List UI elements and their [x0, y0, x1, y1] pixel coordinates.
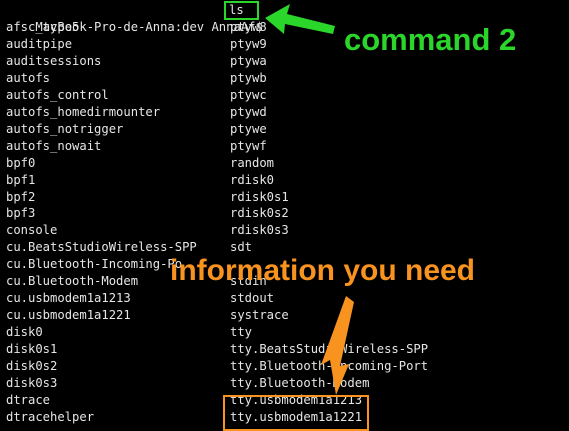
ls-entry: ptywd [230, 105, 267, 119]
ls-entry: disk0 [6, 325, 43, 339]
ls-entry: bpf3 [6, 206, 36, 220]
ls-entry: random [230, 156, 275, 170]
ls-entry: autofs_control [6, 88, 109, 102]
ls-entry: auditpipe [6, 37, 73, 51]
ls-entry: stdout [230, 291, 275, 305]
ls-entry: systrace [230, 308, 289, 322]
ls-entry: tty.Bluetooth-Incoming-Port [230, 359, 429, 373]
ls-entry: disk0s3 [6, 376, 58, 390]
ls-entry: afsc_type5 [6, 20, 80, 34]
ls-entry: rdisk0s2 [230, 206, 289, 220]
terminal-window[interactable]: MacBook-Pro-de-Anna:dev AnnaAf$ ls afsc_… [0, 0, 569, 431]
ls-entry: rdisk0 [230, 173, 275, 187]
ls-entry: tty [230, 325, 253, 339]
annotation-command-label: command 2 [344, 22, 517, 57]
ls-entry: cu.usbmodem1a1221 [6, 308, 131, 322]
annotation-info-label: information you need [170, 254, 476, 287]
ls-entry: disk0s2 [6, 359, 58, 373]
ls-entry: cu.Bluetooth-Modem [6, 274, 139, 288]
ls-entry: ptywc [230, 88, 267, 102]
ls-entry: ptyw9 [230, 37, 267, 51]
ls-entry: ptywb [230, 71, 267, 85]
command: ls [229, 3, 244, 17]
ls-entry: tty.BeatsStudioWireless-SPP [230, 342, 429, 356]
ls-entry: ptywf [230, 139, 267, 153]
ls-entry: bpf2 [6, 190, 36, 204]
ls-entry: cu.Bluetooth-Incoming-Po [6, 257, 183, 271]
ls-entry: disk0s1 [6, 342, 58, 356]
ls-entry: dtracehelper [6, 410, 95, 424]
ls-entry: bpf0 [6, 156, 36, 170]
ls-entry: autofs_notrigger [6, 122, 124, 136]
ls-entry: rdisk0s3 [230, 223, 289, 237]
ls-entry: autofs_homedirmounter [6, 105, 161, 119]
ls-entry: ptyw8 [230, 20, 267, 34]
ls-entry: autofs_nowait [6, 139, 102, 153]
ls-entry: bpf1 [6, 173, 36, 187]
ls-entry: cu.usbmodem1a1213 [6, 291, 131, 305]
ls-entry: dtrace [6, 393, 51, 407]
ls-entry: rdisk0s1 [230, 190, 289, 204]
ls-entry: auditsessions [6, 54, 102, 68]
green-arrow-icon [265, 4, 335, 34]
ls-entry: cu.BeatsStudioWireless-SPP [6, 240, 197, 254]
ls-entry: autofs [6, 71, 51, 85]
ls-entry: console [6, 223, 58, 237]
info-highlight-box [223, 395, 369, 431]
ls-entry: ptywa [230, 54, 267, 68]
ls-entry: ptywe [230, 122, 267, 136]
ls-entry: tty.Bluetooth-Modem [230, 376, 370, 390]
